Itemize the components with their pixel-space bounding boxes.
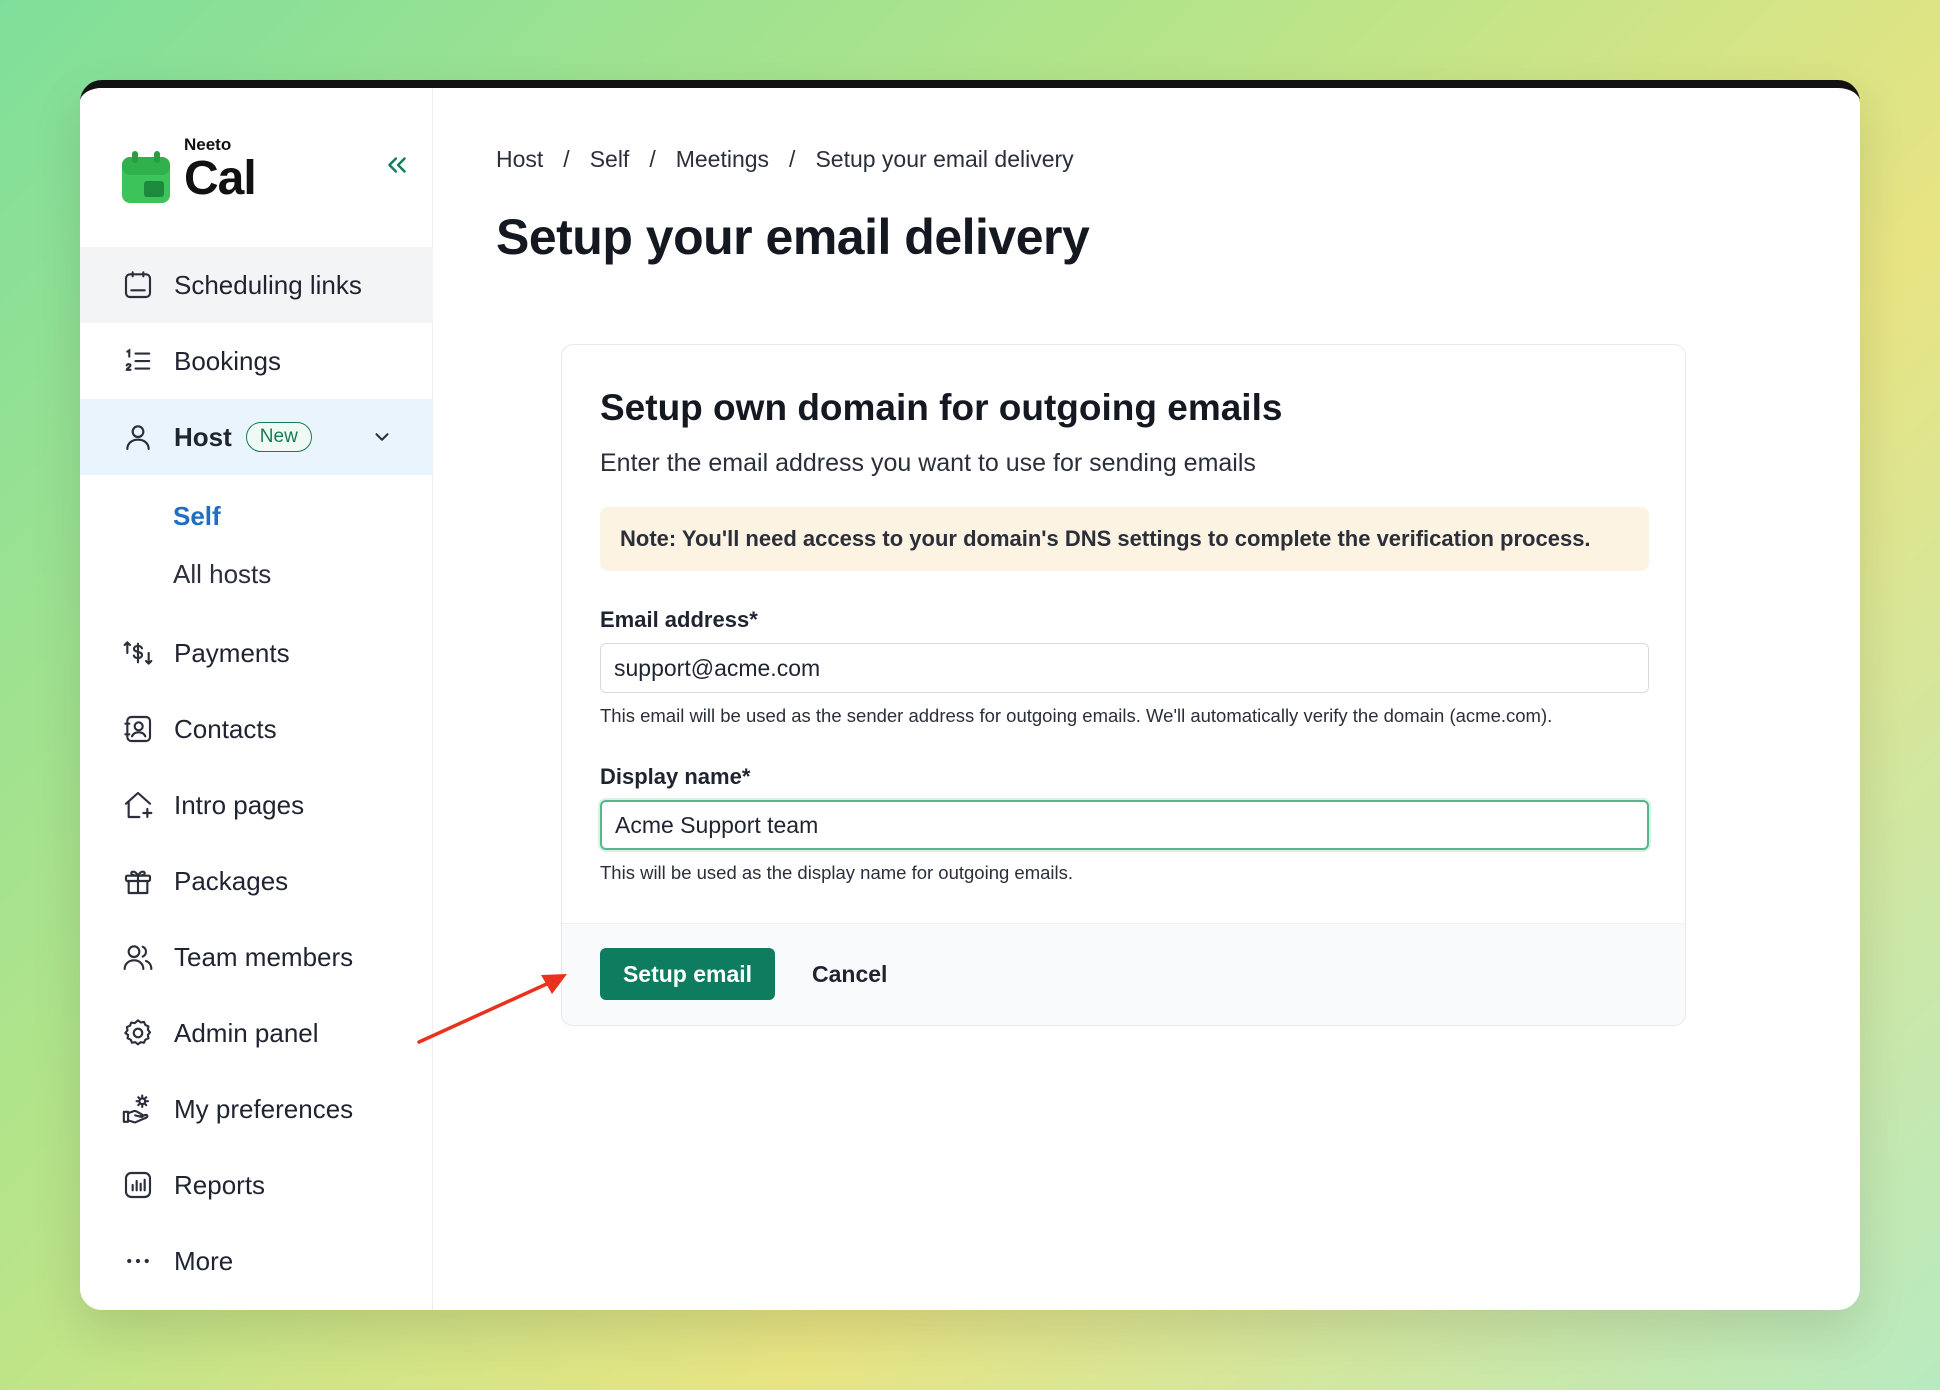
dns-note-callout: Note: You'll need access to your domain'… — [600, 507, 1649, 571]
breadcrumb-current: Setup your email delivery — [815, 146, 1074, 172]
email-setup-card: Setup own domain for outgoing emails Ent… — [561, 344, 1686, 1026]
sidebar-nav: Scheduling links Bookings Host New Self — [80, 247, 433, 1299]
sidebar-item-label: Packages — [174, 865, 289, 896]
calendar-logo-icon — [122, 151, 170, 203]
new-badge: New — [245, 422, 312, 452]
sidebar-item-label: Bookings — [174, 345, 281, 376]
page-title: Setup your email delivery — [496, 209, 1090, 265]
sidebar-item-bookings[interactable]: Bookings — [80, 323, 433, 399]
sidebar-subitem-all-hosts[interactable]: All hosts — [80, 545, 433, 603]
sidebar-item-label: Team members — [174, 941, 354, 972]
sidebar-item-reports[interactable]: Reports — [80, 1147, 433, 1223]
breadcrumb-meetings[interactable]: Meetings — [676, 146, 769, 173]
breadcrumb: Host / Self / Meetings / Setup your emai… — [496, 146, 1074, 173]
breadcrumb-separator: / — [563, 146, 570, 172]
double-chevron-left-icon — [388, 157, 406, 173]
team-icon — [120, 939, 156, 975]
main-content: Host / Self / Meetings / Setup your emai… — [433, 88, 1860, 1310]
cancel-button[interactable]: Cancel — [800, 948, 899, 1000]
breadcrumb-separator: / — [789, 146, 796, 172]
sidebar-subitem-self[interactable]: Self — [80, 487, 433, 545]
logo-big-text: Cal — [184, 152, 257, 205]
card-footer: Setup email Cancel — [562, 923, 1685, 1025]
home-plus-icon — [120, 787, 156, 823]
sidebar-item-admin-panel[interactable]: Admin panel — [80, 995, 433, 1071]
display-name-label: Display name* — [600, 764, 751, 789]
app-logo[interactable]: Neeto Cal — [122, 135, 257, 205]
sidebar-item-payments[interactable]: Payments — [80, 615, 433, 691]
chevron-down-icon[interactable] — [371, 425, 395, 449]
sidebar-item-label: Host — [174, 421, 232, 452]
display-name-help: This will be used as the display name fo… — [600, 862, 1074, 883]
sidebar-item-label: Scheduling links — [174, 269, 362, 300]
gift-icon — [120, 863, 156, 899]
logo-small-text: Neeto — [184, 135, 232, 154]
card-subtitle: Enter the email address you want to use … — [600, 449, 1256, 477]
reports-icon — [120, 1167, 156, 1203]
more-dots-icon — [120, 1243, 156, 1279]
sidebar-item-more[interactable]: More — [80, 1223, 433, 1299]
sidebar-item-label: More — [174, 1245, 234, 1276]
preferences-icon — [120, 1091, 156, 1127]
sidebar-item-label: Admin panel — [174, 1017, 319, 1048]
breadcrumb-separator: / — [649, 146, 656, 172]
collapse-sidebar-button[interactable] — [380, 148, 414, 182]
card-title: Setup own domain for outgoing emails — [600, 387, 1283, 428]
contacts-icon — [120, 711, 156, 747]
sidebar-item-label: My preferences — [174, 1093, 354, 1124]
email-address-label: Email address* — [600, 607, 758, 632]
sidebar-item-contacts[interactable]: Contacts — [80, 691, 433, 767]
numbered-list-icon — [120, 343, 156, 379]
breadcrumb-self[interactable]: Self — [590, 146, 630, 173]
sidebar-item-host[interactable]: Host New — [80, 399, 433, 475]
setup-email-button[interactable]: Setup email — [600, 948, 775, 1000]
payments-icon — [120, 635, 156, 671]
sidebar-item-packages[interactable]: Packages — [80, 843, 433, 919]
email-address-input[interactable] — [600, 643, 1649, 693]
email-address-help: This email will be used as the sender ad… — [600, 705, 1553, 726]
sidebar-item-scheduling-links[interactable]: Scheduling links — [80, 247, 433, 323]
calendar-icon — [120, 267, 156, 303]
app-window: Neeto Cal Scheduling links Bookings Host… — [80, 80, 1860, 1310]
sidebar-item-intro-pages[interactable]: Intro pages — [80, 767, 433, 843]
annotation-arrow-icon — [417, 974, 567, 1044]
sidebar: Neeto Cal Scheduling links Bookings Host… — [80, 88, 433, 1310]
sidebar-item-label: Payments — [174, 637, 290, 668]
breadcrumb-host[interactable]: Host — [496, 146, 543, 173]
display-name-input[interactable] — [600, 800, 1649, 850]
sidebar-item-label: Contacts — [174, 713, 277, 744]
sidebar-item-label: Intro pages — [174, 789, 305, 820]
user-icon — [120, 419, 156, 455]
gear-icon — [120, 1015, 156, 1051]
sidebar-item-label: Reports — [174, 1169, 266, 1200]
sidebar-item-my-preferences[interactable]: My preferences — [80, 1071, 433, 1147]
sidebar-item-team-members[interactable]: Team members — [80, 919, 433, 995]
